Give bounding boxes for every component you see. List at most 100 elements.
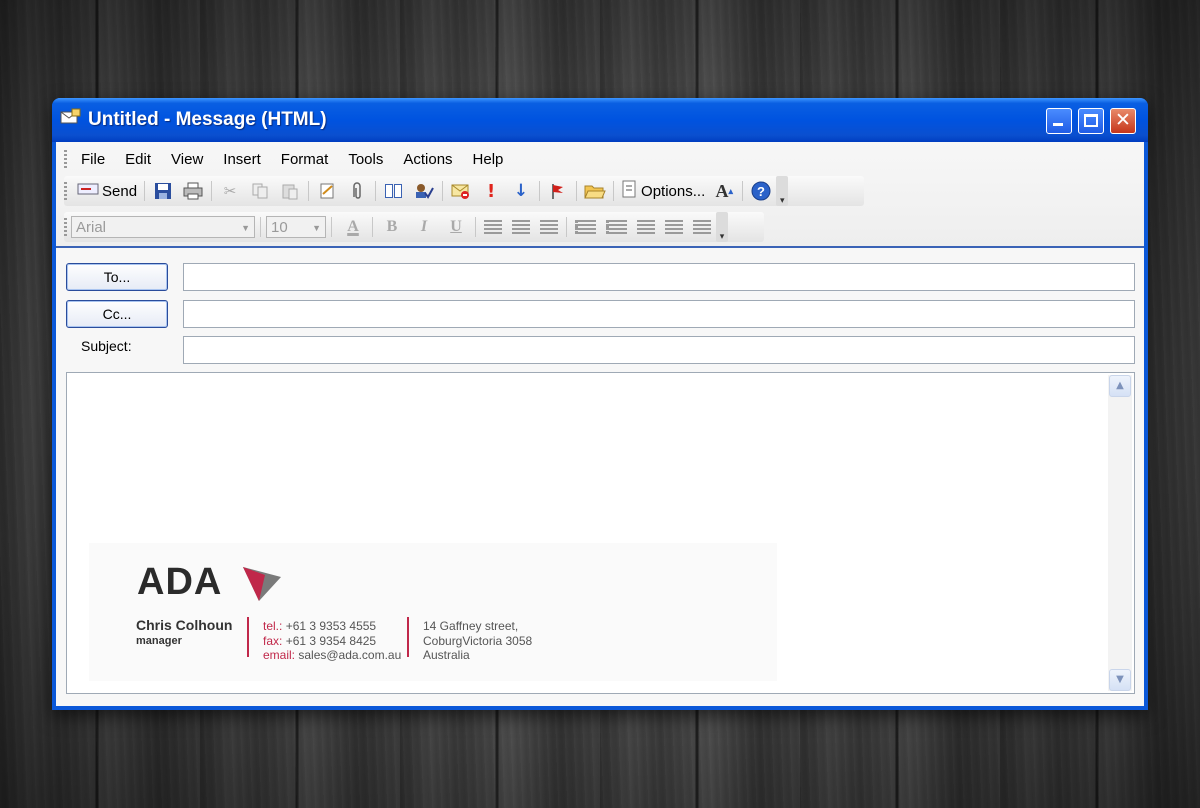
signature-divider xyxy=(247,617,249,657)
font-name-value: Arial xyxy=(76,219,107,236)
align-right-icon[interactable] xyxy=(540,220,558,234)
scroll-down-button[interactable]: ▼ xyxy=(1109,669,1131,691)
importance-low-icon[interactable]: ↓ xyxy=(510,180,532,202)
paste-icon[interactable] xyxy=(279,180,301,202)
font-size-select[interactable]: 10 ▼ xyxy=(266,216,326,238)
chevron-down-icon: ▼ xyxy=(312,223,321,233)
separator xyxy=(742,181,744,201)
send-label: Send xyxy=(102,182,138,200)
separator xyxy=(576,181,578,201)
font-size-icon[interactable]: A ▴ xyxy=(713,180,735,202)
underline-button[interactable]: U xyxy=(444,218,468,236)
subject-field[interactable] xyxy=(183,336,1135,364)
bullets-icon[interactable] xyxy=(575,220,596,234)
signature-name: Chris Colhoun xyxy=(136,617,233,633)
insert-file-icon[interactable] xyxy=(316,180,338,202)
separator xyxy=(260,217,261,237)
message-window: Untitled - Message (HTML) ✕ File Edit Vi… xyxy=(52,98,1148,710)
cut-icon[interactable]: ✂ xyxy=(219,180,241,202)
open-folder-icon[interactable] xyxy=(584,180,606,202)
save-icon[interactable] xyxy=(152,180,174,202)
title-bar[interactable]: Untitled - Message (HTML) ✕ xyxy=(52,98,1148,142)
menu-view[interactable]: View xyxy=(171,151,203,168)
logo-text: ADA xyxy=(137,561,223,603)
help-icon[interactable]: ? xyxy=(750,180,772,202)
signature-divider xyxy=(407,617,409,657)
attach-icon[interactable] xyxy=(346,180,368,202)
cc-button[interactable]: Cc... xyxy=(66,300,168,328)
signature-address: 14 Gaffney street, CoburgVictoria 3058 A… xyxy=(423,619,532,663)
fax-label: fax: xyxy=(263,633,283,648)
chevron-down-icon: ▼ xyxy=(241,223,250,233)
separator xyxy=(308,181,310,201)
align-center-icon[interactable] xyxy=(512,220,530,234)
separator xyxy=(372,217,373,237)
menu-edit[interactable]: Edit xyxy=(125,151,151,168)
minimize-button[interactable] xyxy=(1046,108,1072,134)
font-size-value: 10 xyxy=(271,219,288,236)
subject-label: Subject: xyxy=(81,338,132,354)
menu-help[interactable]: Help xyxy=(473,151,504,168)
italic-button[interactable]: I xyxy=(412,218,436,236)
format-toolbar-overflow-button[interactable]: ▾ xyxy=(716,212,728,242)
logo-arrow-icon xyxy=(243,567,281,601)
options-button[interactable]: Options... xyxy=(621,180,705,202)
window-title: Untitled - Message (HTML) xyxy=(88,109,327,130)
send-icon xyxy=(77,182,99,200)
tel-value: +61 3 9353 4555 xyxy=(285,619,377,633)
fax-value: +61 3 9354 8425 xyxy=(285,633,377,648)
address-line: Australia xyxy=(423,648,470,662)
tel-label: tel.: xyxy=(263,619,283,633)
vertical-scrollbar[interactable]: ▲ ▼ xyxy=(1108,375,1132,691)
styles-icon[interactable] xyxy=(693,220,711,234)
send-button[interactable]: Send xyxy=(77,182,137,200)
command-area: File Edit View Insert Format Tools Actio… xyxy=(56,142,1144,246)
message-body[interactable]: ADA Chris Colhoun manager tel.: +61 3 93… xyxy=(66,372,1135,694)
address-book-icon[interactable] xyxy=(383,180,405,202)
cc-field[interactable] xyxy=(183,300,1135,328)
print-icon[interactable] xyxy=(182,180,204,202)
chevron-down-icon: ▼ xyxy=(1116,674,1124,685)
menu-bar: File Edit View Insert Format Tools Actio… xyxy=(64,147,523,171)
to-button[interactable]: To... xyxy=(66,263,168,291)
menu-actions[interactable]: Actions xyxy=(403,151,452,168)
flag-icon[interactable] xyxy=(547,180,569,202)
window-client: File Edit View Insert Format Tools Actio… xyxy=(56,142,1144,706)
toolbar-grip[interactable] xyxy=(64,218,67,236)
menu-tools[interactable]: Tools xyxy=(348,151,383,168)
font-name-select[interactable]: Arial ▼ xyxy=(71,216,255,238)
close-button[interactable]: ✕ xyxy=(1110,108,1136,134)
toolbar-overflow-button[interactable]: ▾ xyxy=(776,176,789,206)
maximize-icon xyxy=(1084,114,1098,127)
separator xyxy=(375,181,377,201)
decrease-indent-icon[interactable] xyxy=(637,220,655,234)
to-field[interactable] xyxy=(183,263,1135,291)
email-value[interactable]: sales@ada.com.au xyxy=(298,648,401,662)
maximize-button[interactable] xyxy=(1078,108,1104,134)
email-app-icon xyxy=(60,108,82,126)
copy-icon[interactable] xyxy=(249,180,271,202)
email-label: email: xyxy=(263,648,296,662)
address-line: 14 Gaffney street, xyxy=(423,619,519,633)
toolbar-grip[interactable] xyxy=(64,182,67,200)
chevron-up-icon: ▲ xyxy=(1116,380,1124,391)
separator xyxy=(442,181,444,201)
menu-format[interactable]: Format xyxy=(281,151,329,168)
check-names-icon[interactable] xyxy=(413,180,435,202)
font-color-button[interactable]: A xyxy=(341,218,365,236)
bold-button[interactable]: B xyxy=(380,218,404,236)
signature-icon[interactable] xyxy=(450,180,472,202)
increase-indent-icon[interactable] xyxy=(665,220,683,234)
ada-logo: ADA xyxy=(137,561,281,604)
numbering-icon[interactable] xyxy=(606,220,627,234)
menu-file[interactable]: File xyxy=(81,151,105,168)
importance-high-icon[interactable]: ! xyxy=(480,180,502,202)
formatting-toolbar: Arial ▼ 10 ▼ A B I U ▾ xyxy=(64,212,728,242)
svg-text:?: ? xyxy=(757,184,765,199)
separator xyxy=(566,217,567,237)
email-signature: ADA Chris Colhoun manager tel.: +61 3 93… xyxy=(89,543,777,681)
menubar-grip[interactable] xyxy=(64,150,67,168)
menu-insert[interactable]: Insert xyxy=(223,151,261,168)
align-left-icon[interactable] xyxy=(484,220,502,234)
scroll-up-button[interactable]: ▲ xyxy=(1109,375,1131,397)
